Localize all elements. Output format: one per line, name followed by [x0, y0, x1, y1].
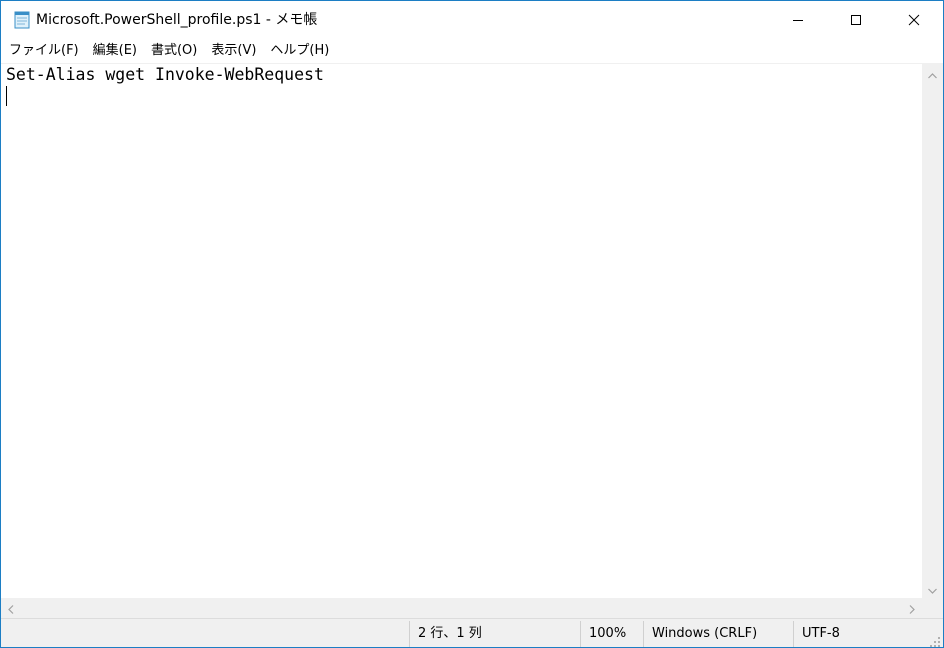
minimize-button[interactable]: [769, 1, 827, 39]
close-button[interactable]: [885, 1, 943, 39]
status-bar: 2 行、1 列 100% Windows (CRLF) UTF-8: [1, 618, 943, 647]
notepad-icon[interactable]: [12, 10, 32, 30]
menu-file[interactable]: ファイル(F): [3, 41, 85, 61]
menu-edit[interactable]: 編集(E): [87, 41, 143, 61]
vertical-scrollbar[interactable]: [922, 63, 943, 598]
menu-view[interactable]: 表示(V): [205, 41, 262, 61]
chevron-up-icon: [928, 64, 937, 83]
horizontal-scrollbar[interactable]: [1, 598, 922, 618]
chevron-right-icon: [909, 599, 915, 618]
status-cursor-position: 2 行、1 列: [418, 626, 482, 641]
scroll-right-button[interactable]: [902, 598, 922, 618]
notepad-window: Microsoft.PowerShell_profile.ps1 - メモ帳 フ…: [0, 0, 944, 648]
scroll-left-button[interactable]: [1, 598, 21, 618]
editor-line[interactable]: Set-Alias wget Invoke-WebRequest: [6, 65, 324, 85]
chevron-left-icon: [8, 599, 14, 618]
menu-help[interactable]: ヘルプ(H): [264, 41, 335, 61]
minimize-icon: [792, 11, 804, 30]
status-zoom: 100%: [589, 626, 627, 641]
menu-bar: ファイル(F) 編集(E) 書式(O) 表示(V) ヘルプ(H): [1, 39, 943, 63]
chevron-down-icon: [928, 579, 937, 598]
title-bar[interactable]: Microsoft.PowerShell_profile.ps1 - メモ帳: [1, 1, 943, 39]
maximize-icon: [850, 11, 862, 30]
resize-grip-icon[interactable]: [929, 633, 941, 647]
window-title: Microsoft.PowerShell_profile.ps1 - メモ帳: [36, 12, 318, 28]
text-editor[interactable]: Set-Alias wget Invoke-WebRequest: [1, 63, 922, 598]
scroll-down-button[interactable]: [922, 578, 943, 598]
menu-format[interactable]: 書式(O): [145, 41, 203, 61]
status-encoding: UTF-8: [802, 626, 840, 641]
maximize-button[interactable]: [827, 1, 885, 39]
text-caret: [6, 86, 7, 106]
scroll-up-button[interactable]: [922, 63, 943, 83]
status-line-ending: Windows (CRLF): [652, 626, 758, 641]
close-icon: [908, 11, 920, 30]
scrollbar-corner: [922, 598, 943, 618]
